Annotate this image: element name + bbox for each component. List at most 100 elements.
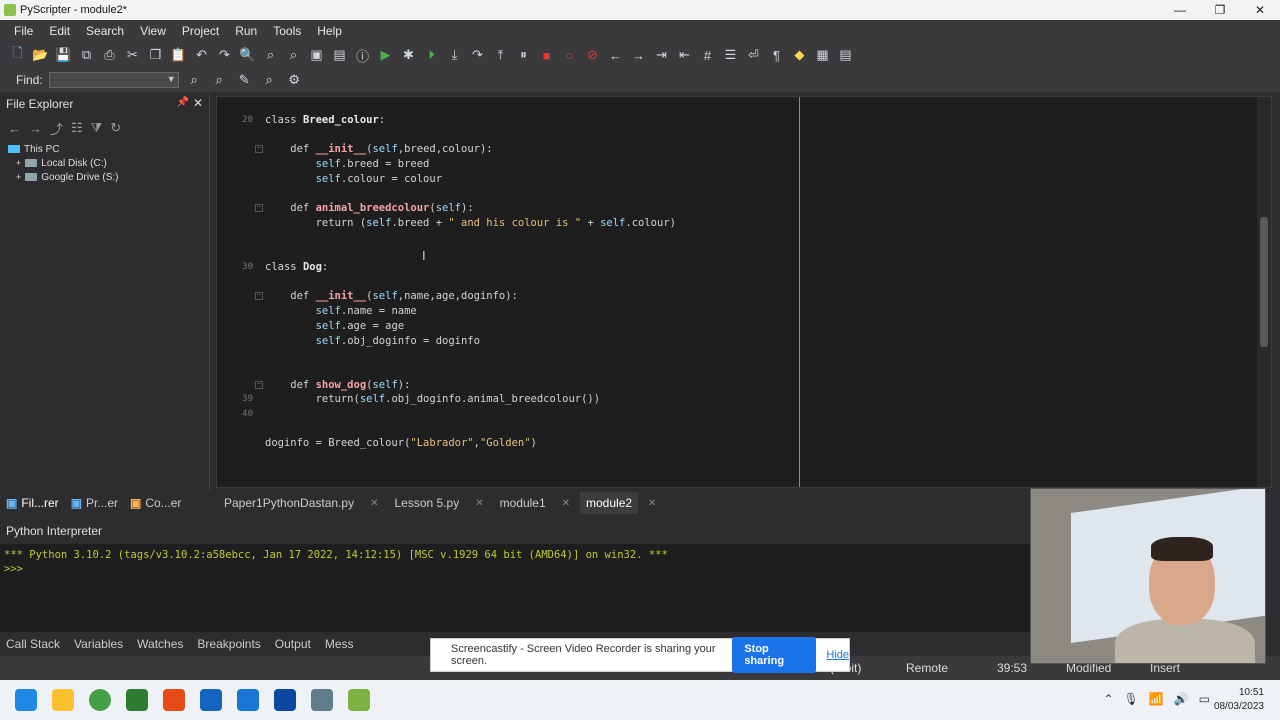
close-tab-icon[interactable]: ✕: [648, 498, 656, 509]
code-line[interactable]: [265, 363, 676, 378]
view-icon[interactable]: ☷: [71, 120, 83, 136]
forward-icon[interactable]: →: [629, 46, 648, 64]
outlook-icon[interactable]: [237, 689, 259, 711]
tab-breakpoints[interactable]: Breakpoints: [197, 637, 260, 651]
save-all-icon[interactable]: ⧉: [77, 46, 96, 64]
tab-module2[interactable]: module2: [580, 492, 639, 514]
info-icon[interactable]: ⓘ: [353, 46, 372, 64]
cut-icon[interactable]: ✂: [123, 46, 142, 64]
find-input[interactable]: ▼: [48, 72, 179, 88]
menu-file[interactable]: File: [6, 24, 41, 38]
find-previous-icon[interactable]: ⌕: [210, 71, 229, 89]
expand-icon[interactable]: +: [16, 158, 21, 168]
powerpoint-icon[interactable]: [163, 689, 185, 711]
code-line[interactable]: doginfo = Breed_colour("Labrador","Golde…: [265, 436, 676, 451]
code-line[interactable]: return(self.obj_doginfo.animal_breedcolo…: [265, 392, 676, 407]
tree-item-local-disk[interactable]: + Local Disk (C:): [8, 156, 209, 170]
tab-lesson5[interactable]: Lesson 5.py: [388, 492, 465, 514]
code-line[interactable]: self.colour = colour: [265, 172, 676, 187]
indent-icon[interactable]: ⇥: [652, 46, 671, 64]
filter-icon[interactable]: ⧩: [91, 120, 103, 136]
python-icon[interactable]: ◆: [790, 46, 809, 64]
back-icon[interactable]: ←: [606, 46, 625, 64]
undo-icon[interactable]: ↶: [192, 46, 211, 64]
folder-up-icon[interactable]: ⤴: [50, 119, 63, 138]
code-line[interactable]: class Breed_colour:: [265, 113, 676, 128]
tab-code-explorer[interactable]: ▣ Co...er: [130, 496, 181, 510]
fold-toggle-icon[interactable]: −: [255, 380, 263, 389]
step-over-icon[interactable]: ↷: [468, 46, 487, 64]
pin-icon[interactable]: 📌: [177, 97, 189, 108]
close-tab-icon[interactable]: ✕: [370, 498, 378, 509]
step-into-icon[interactable]: ⤓: [445, 46, 464, 64]
stop-icon[interactable]: ■: [537, 46, 556, 64]
vertical-scrollbar[interactable]: [1257, 97, 1271, 487]
paragraph-icon[interactable]: ¶: [767, 46, 786, 64]
code-line[interactable]: def __init__(self,name,age,doginfo):: [265, 289, 676, 304]
forward-icon[interactable]: →: [29, 121, 42, 136]
code-line[interactable]: [265, 128, 676, 143]
battery-icon[interactable]: ▭: [1199, 692, 1210, 706]
code-line[interactable]: return (self.breed + " and his colour is…: [265, 216, 676, 231]
pyscripter-taskbar-icon[interactable]: [348, 689, 370, 711]
chrome-icon[interactable]: [89, 689, 111, 711]
goto-icon[interactable]: ▤: [330, 46, 349, 64]
find-next-icon[interactable]: ⌕: [185, 71, 204, 89]
minimize-button[interactable]: —: [1160, 0, 1200, 20]
tree-item-this-pc[interactable]: This PC: [8, 142, 209, 156]
menu-run[interactable]: Run: [227, 24, 265, 38]
find-in-files-icon[interactable]: ▣: [307, 46, 326, 64]
stop-sharing-button[interactable]: Stop sharing: [732, 637, 817, 673]
code-line[interactable]: [265, 348, 676, 363]
step-out-icon[interactable]: ⤒: [491, 46, 510, 64]
refresh-icon[interactable]: ↻: [110, 120, 121, 136]
open-folder-icon[interactable]: 📂: [31, 46, 50, 64]
file-explorer-icon[interactable]: [52, 689, 74, 711]
close-tab-icon[interactable]: ✕: [562, 498, 570, 509]
code-line[interactable]: [265, 245, 676, 260]
code-text[interactable]: class Breed_colour: def __init__(self,br…: [265, 113, 676, 451]
code-line[interactable]: self.age = age: [265, 319, 676, 334]
pause-icon[interactable]: ⏸: [514, 46, 533, 64]
python-interpreter-console[interactable]: *** Python 3.10.2 (tags/v3.10.2:a58ebcc,…: [0, 544, 1030, 632]
tab-watches[interactable]: Watches: [137, 637, 183, 651]
tab-output[interactable]: Output: [275, 637, 311, 651]
menu-edit[interactable]: Edit: [41, 24, 78, 38]
fold-toggle-icon[interactable]: −: [255, 204, 263, 213]
expand-icon[interactable]: +: [16, 172, 21, 182]
tab-file-explorer[interactable]: ▣ Fil...rer: [6, 496, 59, 510]
tab-call-stack[interactable]: Call Stack: [6, 637, 60, 651]
copy-icon[interactable]: ❐: [146, 46, 165, 64]
wifi-icon[interactable]: 📶: [1149, 692, 1164, 706]
back-icon[interactable]: ←: [8, 121, 21, 136]
code-line[interactable]: def animal_breedcolour(self):: [265, 201, 676, 216]
code-line[interactable]: self.name = name: [265, 304, 676, 319]
fold-toggle-icon[interactable]: −: [255, 292, 263, 301]
speaker-icon[interactable]: 🔊: [1174, 692, 1189, 706]
scrollbar-thumb[interactable]: [1260, 217, 1268, 347]
search-options-icon[interactable]: ⚙: [285, 71, 304, 89]
redo-icon[interactable]: ↷: [215, 46, 234, 64]
microphone-icon[interactable]: 🎙: [1124, 692, 1139, 706]
close-icon[interactable]: ✕: [193, 96, 203, 110]
code-line[interactable]: self.obj_doginfo = doginfo: [265, 334, 676, 349]
comment-icon[interactable]: #: [698, 46, 717, 64]
print-icon[interactable]: ⎙: [100, 46, 119, 64]
tab-messages[interactable]: Mess: [325, 637, 354, 651]
calculator-icon[interactable]: [311, 689, 333, 711]
incremental-search-icon[interactable]: ⌕: [260, 71, 279, 89]
code-line[interactable]: self.breed = breed: [265, 157, 676, 172]
menu-project[interactable]: Project: [174, 24, 227, 38]
code-line[interactable]: [265, 187, 676, 202]
replace-icon[interactable]: ⌕: [284, 46, 303, 64]
toggle-breakpoint-icon[interactable]: ○: [560, 46, 579, 64]
paste-icon[interactable]: 📋: [169, 46, 188, 64]
code-line[interactable]: [265, 231, 676, 246]
code-line[interactable]: [265, 275, 676, 290]
close-button[interactable]: ✕: [1240, 0, 1280, 20]
run-to-cursor-icon[interactable]: ⏵: [422, 46, 441, 64]
layout-menu-icon[interactable]: ▤: [836, 46, 855, 64]
menu-search[interactable]: Search: [78, 24, 132, 38]
close-tab-icon[interactable]: ✕: [475, 498, 483, 509]
clear-breakpoints-icon[interactable]: ⊘: [583, 46, 602, 64]
